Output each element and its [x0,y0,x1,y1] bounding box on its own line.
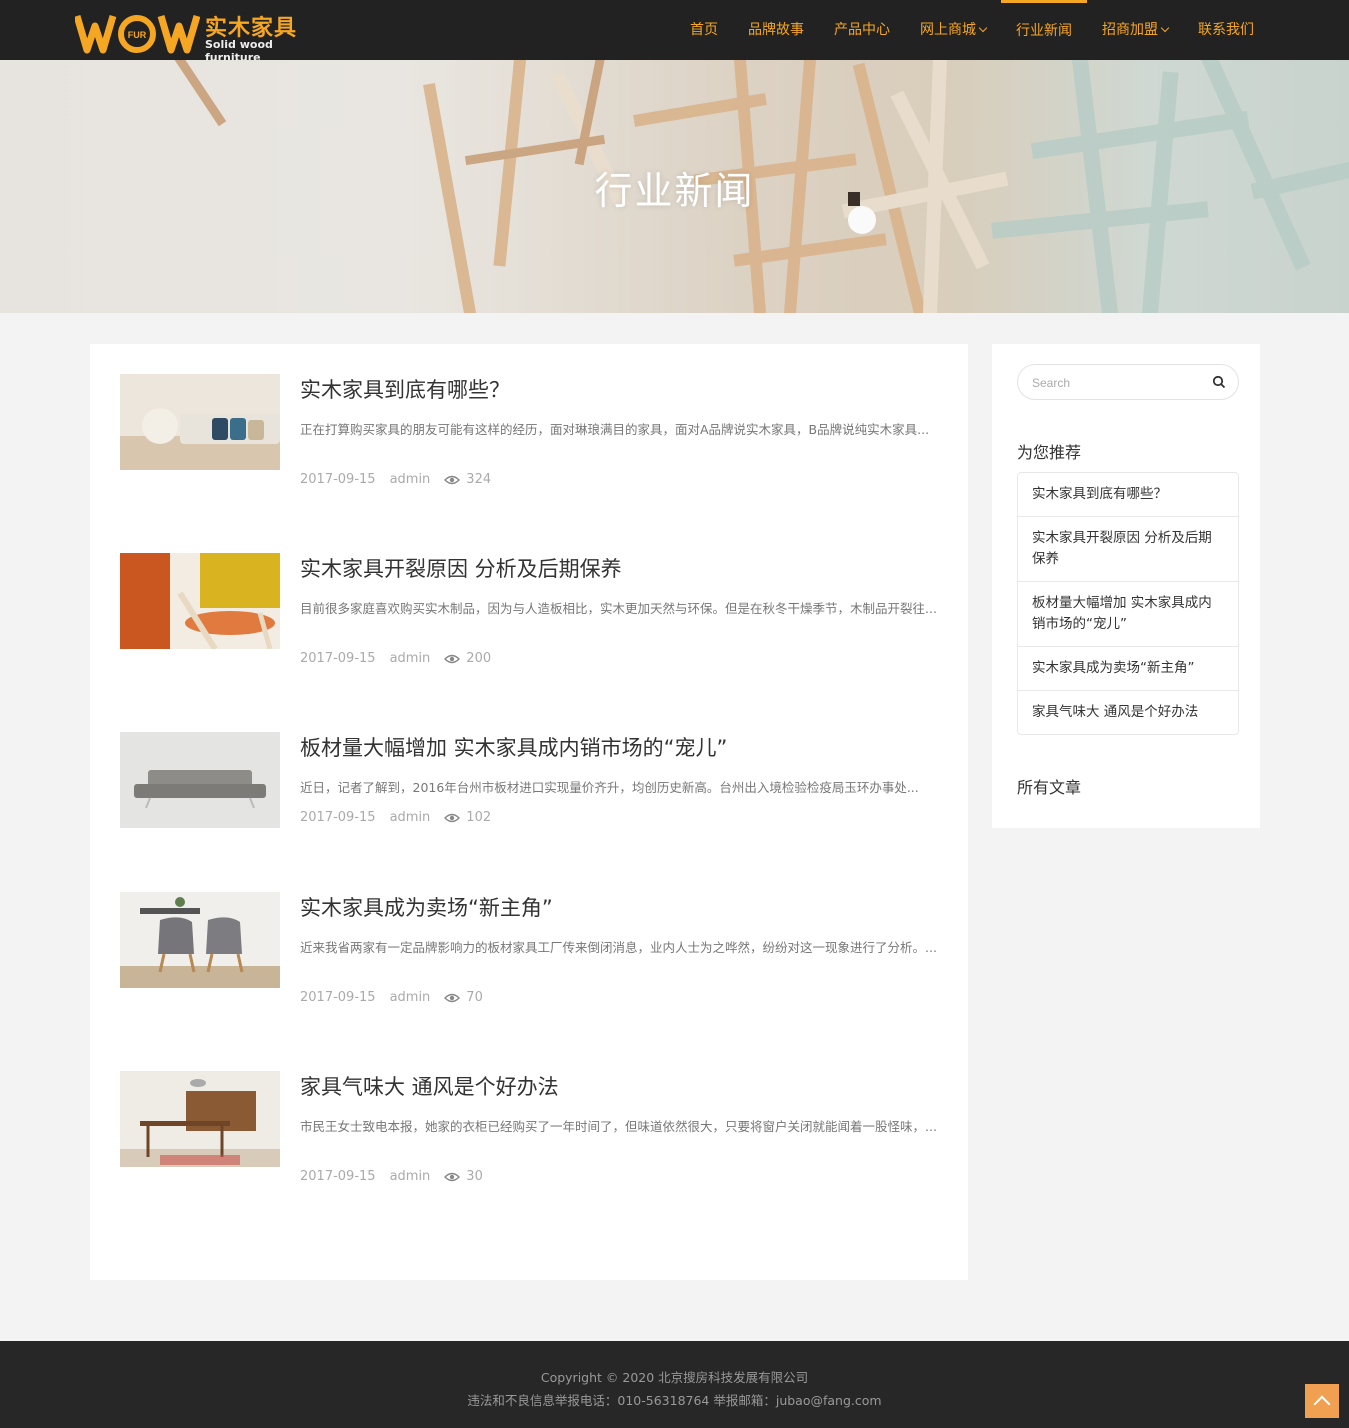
page-title: 行业新闻 [594,169,755,213]
nav-industry-news[interactable]: 行业新闻 [1001,0,1087,60]
article-title[interactable]: 实木家具开裂原因 分析及后期保养 [300,553,622,583]
article-author: admin [389,810,431,825]
article-meta: 2017-09-15 admin 70 [300,990,497,1005]
wow-logo-mark: FUR [75,15,200,54]
article-thumbnail[interactable] [120,1071,280,1167]
list-item: 板材量大幅增加 实木家具成内销市场的“宠儿” 近日，记者了解到，2016年台州市… [120,732,940,832]
list-item: 实木家具开裂原因 分析及后期保养 目前很多家庭喜欢购买实木制品，因为与人造板相比… [120,553,940,666]
list-item: 家具气味大 通风是个好办法 市民王女士致电本报，她家的衣柜已经购买了一年时间了，… [120,1071,940,1184]
article-author: admin [389,472,431,487]
article-title[interactable]: 家具气味大 通风是个好办法 [300,1071,559,1101]
article-date: 2017-09-15 [300,651,376,666]
search-box [1017,364,1239,400]
article-views: 70 [466,990,483,1005]
article-views: 200 [466,651,492,666]
chevron-down-icon [978,23,988,33]
article-date: 2017-09-15 [300,472,376,487]
article-date: 2017-09-15 [300,1169,376,1184]
page-banner: 行业新闻 [0,60,1349,313]
nav-products[interactable]: 产品中心 [819,0,905,60]
article-excerpt: 正在打算购买家具的朋友可能有这样的经历，面对琳琅满目的家具，面对A品牌说实木家具… [300,422,930,437]
article-title[interactable]: 板材量大幅增加 实木家具成内销市场的“宠儿” [300,732,727,762]
recommend-link[interactable]: 实木家具成为卖场“新主角” [1018,647,1238,691]
article-excerpt: 目前很多家庭喜欢购买实木制品，因为与人造板相比，实木更加天然与环保。但是在秋冬干… [300,601,937,616]
eye-icon [444,654,461,663]
article-views: 324 [466,472,492,487]
recommend-link[interactable]: 家具气味大 通风是个好办法 [1018,691,1238,734]
article-date: 2017-09-15 [300,810,376,825]
article-meta: 2017-09-15 admin 324 [300,472,505,487]
eye-icon [444,1172,461,1181]
eye-icon [444,993,461,1002]
nav-brand-story[interactable]: 品牌故事 [733,0,819,60]
article-author: admin [389,651,431,666]
chevron-down-icon [1160,23,1170,33]
article-author: admin [389,1169,431,1184]
main-menu: 首页 品牌故事 产品中心 网上商城 行业新闻 招商加盟 联系我们 [675,0,1269,60]
eye-icon [444,475,461,484]
list-item: 实木家具到底有哪些？ 正在打算购买家具的朋友可能有这样的经历，面对琳琅满目的家具… [120,374,940,487]
copyright-text: Copyright © 2020 北京搜房科技发展有限公司 [540,1370,809,1385]
nav-brand-story-label: 品牌故事 [748,22,804,38]
recommend-list: 实木家具到底有哪些？ 实木家具开裂原因 分析及后期保养 板材量大幅增加 实木家具… [1017,472,1239,735]
recommend-link[interactable]: 板材量大幅增加 实木家具成内销市场的“宠儿” [1018,582,1238,647]
nav-online-store[interactable]: 网上商城 [905,0,1001,60]
nav-contact-label: 联系我们 [1198,22,1254,38]
article-date: 2017-09-15 [300,990,376,1005]
search-input[interactable] [1032,373,1202,393]
nav-franchise-label: 招商加盟 [1102,22,1158,38]
article-views: 30 [466,1169,483,1184]
article-excerpt: 近日，记者了解到，2016年台州市板材进口实现量价齐升，均创历史新高。台州出入境… [300,780,919,795]
back-to-top-button[interactable] [1305,1384,1339,1418]
article-thumbnail[interactable] [120,374,280,470]
nav-industry-news-label: 行业新闻 [1016,23,1072,39]
site-footer: Copyright © 2020 北京搜房科技发展有限公司 违法和不良信息举报电… [0,1341,1349,1428]
article-thumbnail[interactable] [120,892,280,988]
recommend-link[interactable]: 实木家具到底有哪些？ [1018,473,1238,517]
sidebar: 为您推荐 实木家具到底有哪些？ 实木家具开裂原因 分析及后期保养 板材量大幅增加… [992,344,1260,828]
article-views: 102 [466,810,492,825]
report-contact-text: 违法和不良信息举报电话：010-56318764 举报邮箱：jubao@fang… [467,1393,882,1408]
article-title[interactable]: 实木家具成为卖场“新主角” [300,892,553,922]
site-logo[interactable]: FUR 实木家具 Solid wood furniture [75,8,315,64]
article-thumbnail[interactable] [120,553,280,649]
nav-products-label: 产品中心 [834,22,890,38]
article-list: 实木家具到底有哪些？ 正在打算购买家具的朋友可能有这样的经历，面对琳琅满目的家具… [90,344,968,1280]
article-excerpt: 近来我省两家有一定品牌影响力的板材家具工厂传来倒闭消息，业内人士为之哗然，纷纷对… [300,940,937,955]
article-excerpt: 市民王女士致电本报，她家的衣柜已经购买了一年时间了，但味道依然很大，只要将窗户关… [300,1119,937,1134]
article-author: admin [389,990,431,1005]
top-navbar: FUR 实木家具 Solid wood furniture 首页 品牌故事 产品… [0,0,1349,64]
nav-contact[interactable]: 联系我们 [1183,0,1269,60]
article-title[interactable]: 实木家具到底有哪些？ [300,374,510,404]
all-articles-link[interactable]: 所有文章 [1017,774,1081,798]
nav-home[interactable]: 首页 [675,0,733,60]
nav-home-label: 首页 [690,22,718,38]
recommend-heading: 为您推荐 [1017,443,1082,462]
article-meta: 2017-09-15 admin 30 [300,1169,497,1184]
search-icon[interactable] [1212,375,1226,389]
eye-icon [444,813,461,822]
article-meta: 2017-09-15 admin 102 [300,810,505,825]
article-thumbnail[interactable] [120,732,280,828]
logo-badge: FUR [128,30,147,40]
nav-online-store-label: 网上商城 [920,22,976,38]
list-item: 实木家具成为卖场“新主角” 近来我省两家有一定品牌影响力的板材家具工厂传来倒闭消… [120,892,940,1005]
recommend-link[interactable]: 实木家具开裂原因 分析及后期保养 [1018,517,1238,582]
nav-franchise[interactable]: 招商加盟 [1087,0,1183,60]
article-meta: 2017-09-15 admin 200 [300,651,505,666]
